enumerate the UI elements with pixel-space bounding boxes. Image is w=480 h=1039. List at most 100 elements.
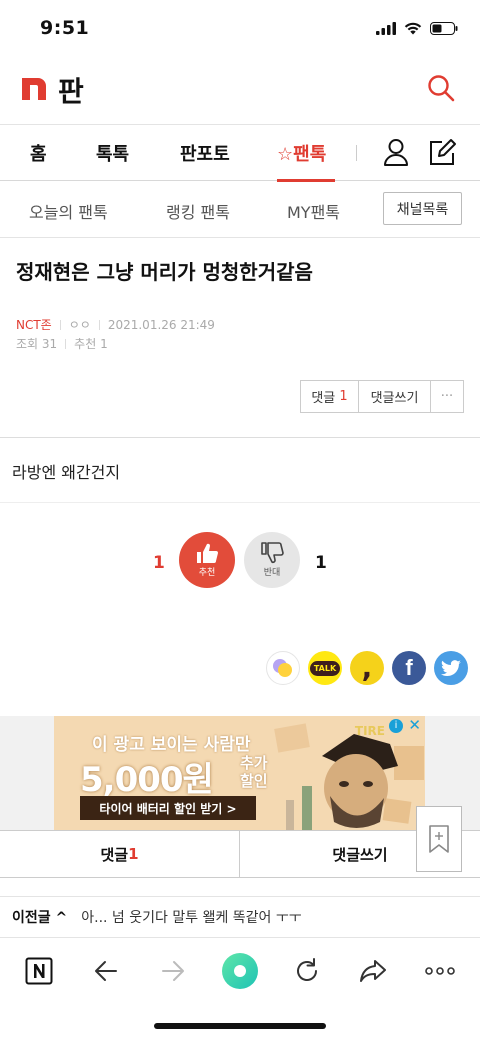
thumbs-up-icon bbox=[197, 543, 218, 563]
post-datetime: 2021.01.26 21:49 bbox=[107, 317, 215, 332]
home-circle-icon bbox=[222, 953, 258, 989]
downvote-button[interactable]: 반대 bbox=[244, 532, 300, 588]
bottom-comments-button[interactable]: 댓글 1 bbox=[0, 831, 240, 877]
channel-list-button[interactable]: 채널목록 bbox=[383, 192, 462, 225]
subnav-today-fantalk[interactable]: 오늘의 팬톡 bbox=[29, 199, 108, 223]
ad-close-icon[interactable]: ✕ bbox=[408, 716, 421, 734]
nav-toktok[interactable]: 톡톡 bbox=[96, 140, 129, 166]
ad-banner[interactable]: 이 광고 보이는 사람만 5,000원 추가 할인 타이어 배터리 할인 받기 … bbox=[54, 716, 425, 830]
twitter-icon bbox=[441, 660, 461, 676]
kakao-story-icon bbox=[273, 659, 292, 677]
nav-panphoto[interactable]: 판포토 bbox=[180, 140, 230, 166]
more-menu-button[interactable] bbox=[422, 953, 458, 989]
post-views: 조회 31 bbox=[16, 337, 58, 351]
subnav-my-fantalk[interactable]: MY팬톡 bbox=[287, 199, 340, 223]
upvote-count: 1 bbox=[153, 553, 165, 573]
nav-divider bbox=[356, 145, 357, 161]
bottom-comment-bar: 댓글 1 댓글쓰기 bbox=[0, 830, 480, 878]
browser-toolbar bbox=[0, 938, 480, 1008]
ad-info-icon[interactable]: i bbox=[389, 719, 403, 733]
body-divider bbox=[0, 502, 480, 503]
previous-post-title: 아... 넘 웃기다 말투 왤케 똑같어 ㅜㅜ bbox=[81, 910, 302, 926]
downvote-count: 1 bbox=[315, 553, 327, 573]
ad-strip: 이 광고 보이는 사람만 5,000원 추가 할인 타이어 배터리 할인 받기 … bbox=[0, 716, 480, 830]
subnav-ranking-fantalk[interactable]: 랭킹 팬톡 bbox=[166, 199, 230, 223]
facebook-icon: f bbox=[405, 655, 413, 680]
main-nav: 홈 톡톡 판포토 ☆팬톡 bbox=[0, 124, 480, 182]
signal-icon bbox=[376, 20, 396, 39]
arrow-left-icon bbox=[95, 961, 117, 981]
bookmark-button[interactable] bbox=[416, 806, 462, 872]
ad-brand: TIRE bbox=[354, 724, 385, 738]
battery-icon bbox=[430, 20, 458, 39]
home-circle-button[interactable] bbox=[220, 951, 260, 991]
edit-icon bbox=[430, 139, 456, 165]
comment-tools: 댓글 1 댓글쓰기 ··· bbox=[300, 380, 464, 413]
share-page-button[interactable] bbox=[355, 953, 391, 989]
share-arrow-icon bbox=[360, 960, 386, 982]
status-icons bbox=[376, 20, 458, 39]
more-dots-icon bbox=[425, 967, 455, 975]
thumbs-down-icon bbox=[261, 542, 284, 564]
post-nickname: ㅇㅇ bbox=[68, 318, 91, 332]
kakaotalk-icon: TALK bbox=[309, 660, 341, 676]
nate-logo-icon[interactable] bbox=[22, 78, 46, 100]
ad-cta-button[interactable]: 타이어 배터리 할인 받기 > bbox=[80, 796, 256, 820]
share-row: TALK , f bbox=[266, 651, 468, 685]
arrow-right-icon bbox=[162, 961, 184, 981]
kakao-story-share-button[interactable] bbox=[266, 651, 300, 685]
upvote-button[interactable]: 추천 bbox=[179, 532, 235, 588]
ad-discount-line2: 할인 bbox=[240, 772, 268, 790]
bookmark-add-icon bbox=[429, 825, 449, 853]
kakao-comma-share-button[interactable]: , bbox=[350, 651, 384, 685]
refresh-icon bbox=[297, 958, 317, 981]
post-title: 정재현은 그냥 머리가 멍청한거같음 bbox=[16, 260, 313, 284]
meta-separator bbox=[98, 319, 100, 330]
bottom-comments-label: 댓글 bbox=[100, 845, 129, 864]
vote-area: 1 추천 반대 1 bbox=[0, 532, 480, 588]
wifi-icon bbox=[404, 20, 422, 39]
sub-nav: 오늘의 팬톡 랭킹 팬톡 MY팬톡 채널목록 bbox=[0, 181, 480, 238]
status-bar: 9:51 bbox=[0, 0, 480, 58]
ad-amount: 5,000원 bbox=[80, 760, 214, 800]
previous-post-label: 이전글 ^ bbox=[12, 910, 68, 926]
ad-discount: 추가 할인 bbox=[240, 754, 268, 790]
forward-button[interactable] bbox=[155, 953, 191, 989]
search-icon bbox=[428, 75, 455, 102]
back-button[interactable] bbox=[88, 953, 124, 989]
nav-fantalk[interactable]: ☆팬톡 bbox=[277, 140, 326, 166]
comments-count: 1 bbox=[339, 389, 348, 404]
ad-discount-line1: 추가 bbox=[240, 754, 268, 772]
status-time: 9:51 bbox=[40, 17, 90, 39]
write-post-button[interactable] bbox=[428, 137, 458, 171]
post-author[interactable]: NCT존 bbox=[16, 316, 52, 333]
facebook-share-button[interactable]: f bbox=[392, 651, 426, 685]
previous-post-link[interactable]: 이전글 ^ 아... 넘 웃기다 말투 왤케 똑같어 ㅜㅜ bbox=[0, 896, 480, 938]
post-recommends: 추천 1 bbox=[74, 337, 108, 351]
kakaotalk-share-button[interactable]: TALK bbox=[308, 651, 342, 685]
more-options-button[interactable]: ··· bbox=[431, 381, 463, 412]
comments-label: 댓글 bbox=[311, 391, 336, 406]
search-button[interactable] bbox=[426, 73, 456, 103]
user-icon bbox=[384, 139, 408, 166]
meta-separator bbox=[65, 338, 67, 349]
nav-home[interactable]: 홈 bbox=[30, 140, 47, 166]
post-body: 라방엔 왜간건지 bbox=[12, 463, 121, 482]
nate-home-button[interactable] bbox=[21, 953, 57, 989]
profile-button[interactable] bbox=[383, 138, 409, 170]
refresh-button[interactable] bbox=[289, 953, 325, 989]
meta-separator bbox=[59, 319, 61, 330]
app-title[interactable]: 판 bbox=[58, 70, 84, 110]
write-comment-button[interactable]: 댓글쓰기 bbox=[359, 381, 431, 412]
comments-button[interactable]: 댓글 1 bbox=[301, 381, 359, 412]
header-divider bbox=[0, 437, 480, 438]
post-meta-stats-row: 조회 31 추천 1 bbox=[16, 335, 108, 352]
kakao-comma-icon: , bbox=[361, 651, 373, 684]
app-header: 판 bbox=[0, 58, 480, 124]
downvote-label: 반대 bbox=[263, 568, 281, 578]
nate-n-icon bbox=[25, 957, 53, 985]
upvote-label: 추천 bbox=[198, 568, 216, 578]
post-meta-author-row: NCT존 ㅇㅇ 2021.01.26 21:49 bbox=[16, 316, 215, 333]
twitter-share-button[interactable] bbox=[434, 651, 468, 685]
bottom-comments-count: 1 bbox=[128, 845, 139, 863]
